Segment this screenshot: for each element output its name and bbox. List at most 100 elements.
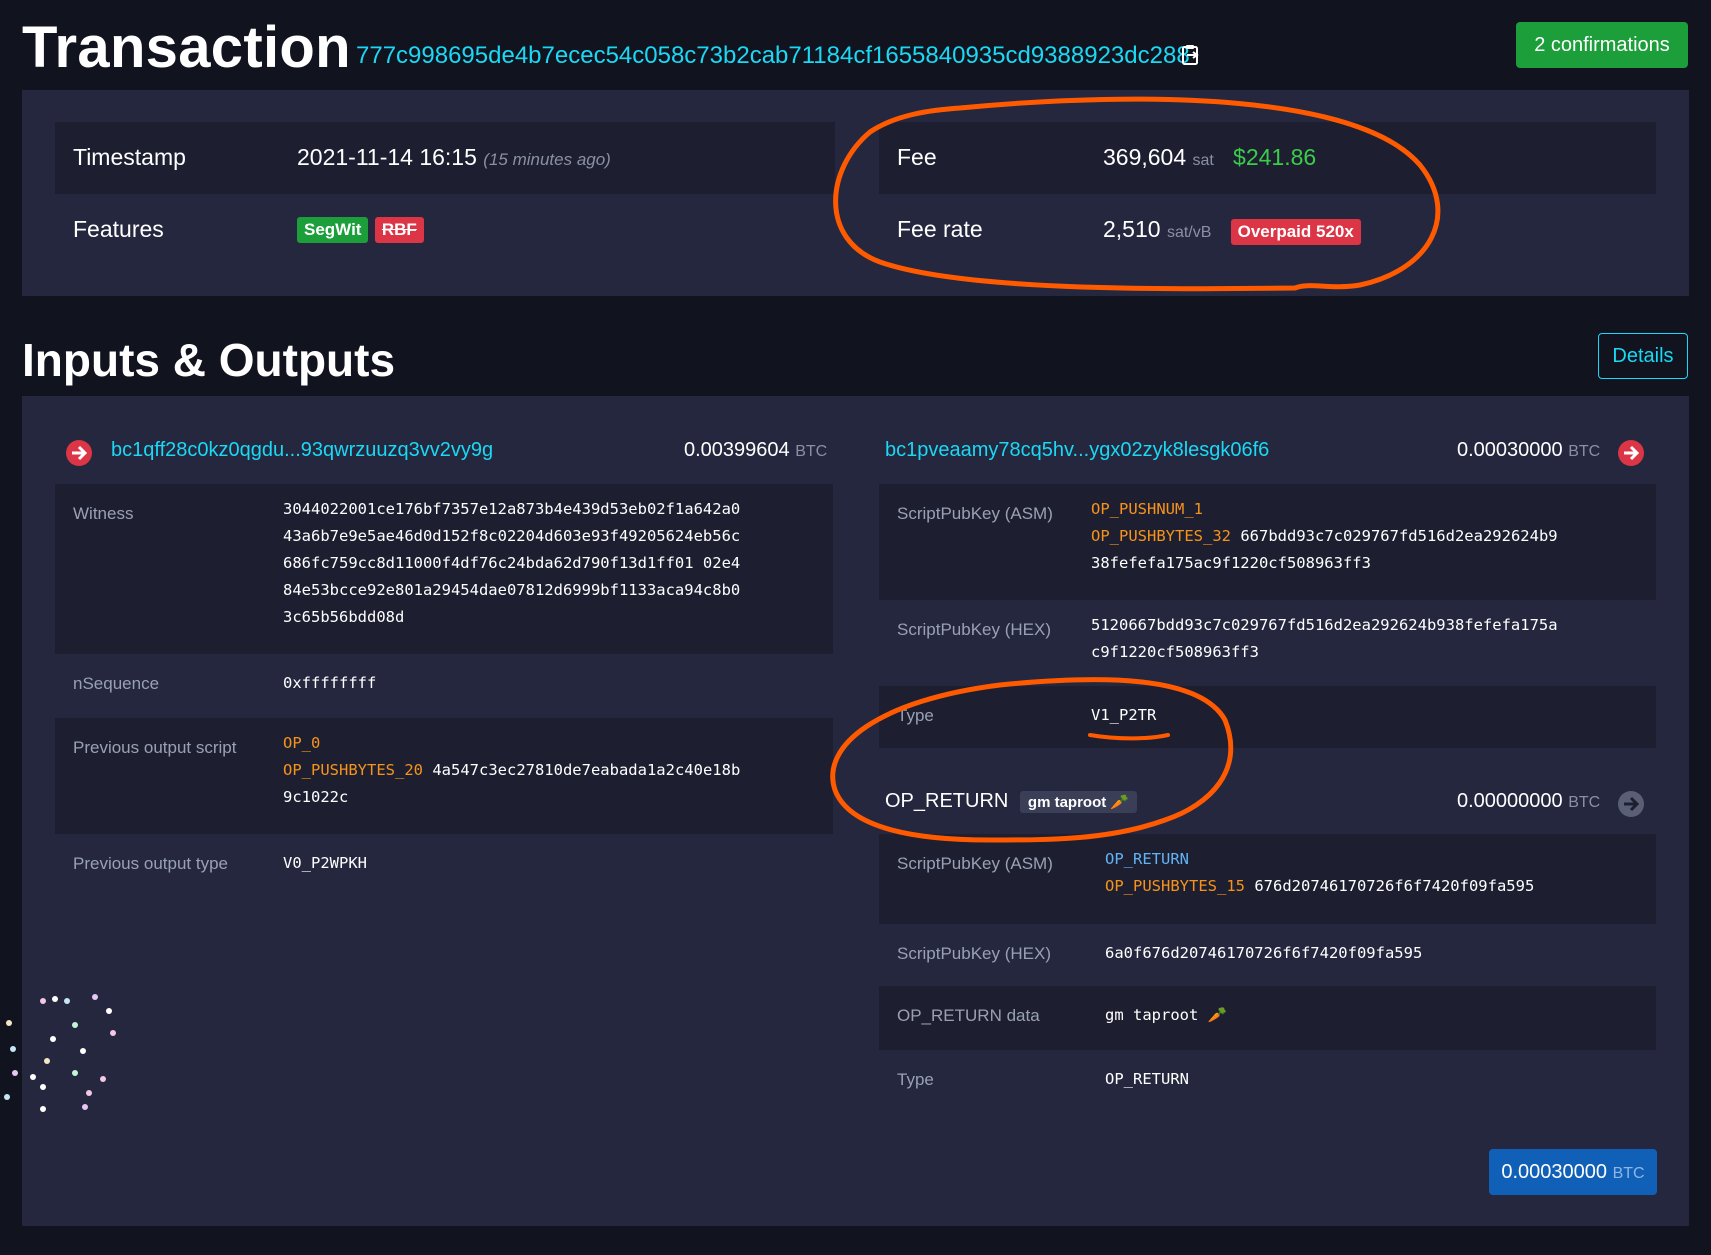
op-return-title-text: OP_RETURN (885, 790, 1009, 812)
witness-row: Witness 3044022001ce176bf7357e12a873b4e4… (55, 484, 833, 654)
confetti-dot (4, 1094, 10, 1100)
total-amount-unit: BTC (1612, 1165, 1645, 1182)
confetti-dot (72, 1022, 78, 1028)
output2-hex-label: ScriptPubKey (HEX) (897, 944, 1051, 963)
fee-label: Fee (897, 144, 937, 170)
input-address-link[interactable]: bc1qff28c0kz0qgdu...93qwrzuuzq3vv2vy9g (111, 439, 493, 462)
output2-type-row: Type OP_RETURN (879, 1050, 1656, 1112)
input-amount-unit: BTC (795, 443, 828, 460)
nsequence-row: nSequence 0xffffffff (55, 654, 833, 718)
confetti-dot (92, 994, 98, 1000)
output2-asm-value: OP_RETURN OP_PUSHBYTES_15 676d2074617072… (1105, 846, 1534, 900)
previous-output-script-value: OP_0 OP_PUSHBYTES_20 4a547c3ec27810de7ea… (283, 730, 740, 811)
previous-output-type-row: Previous output type V0_P2WPKH (55, 834, 833, 898)
op-return-badge: gm taproot 🥕 (1019, 791, 1138, 813)
hex-line: 5120667bdd93c7c029767fd516d2ea292624b938… (1091, 616, 1558, 634)
script-data: 9c1022c (283, 788, 349, 806)
output2-asm-row: ScriptPubKey (ASM) OP_RETURN OP_PUSHBYTE… (879, 834, 1656, 924)
details-button[interactable]: Details (1598, 333, 1688, 379)
confirmations-badge: 2 confirmations (1516, 22, 1688, 68)
confetti-dot (40, 1084, 46, 1090)
witness-line: 3c65b56bdd08d (283, 608, 405, 626)
inputs-outputs-title: Inputs & Outputs (22, 334, 396, 386)
output2-arrow-icon[interactable] (1617, 790, 1645, 818)
page-title: Transaction (22, 15, 351, 80)
witness-line: 84e53bcce92e801a29454dae07812d6999bf1133… (283, 581, 741, 599)
hex-line: c9f1220cf508963ff3 (1091, 643, 1259, 661)
confetti-dot (10, 1046, 16, 1052)
timestamp-date: 2021-11-14 16:15 (297, 144, 477, 170)
output1-hex-label: ScriptPubKey (HEX) (897, 620, 1051, 639)
copy-icon[interactable] (1178, 44, 1202, 70)
script-data: 38fefefa175ac9f1220cf508963ff3 (1091, 554, 1371, 572)
output1-amount-unit: BTC (1568, 443, 1601, 460)
nsequence-label: nSequence (73, 674, 160, 693)
input-arrow-icon[interactable] (65, 439, 93, 467)
output2-type-label: Type (897, 1070, 934, 1089)
output2-amount-value: 0.00000000 (1457, 790, 1563, 812)
output2-type-value: OP_RETURN (1105, 1070, 1189, 1088)
nsequence-value: 0xffffffff (283, 674, 377, 692)
inputs-outputs-panel: bc1qff28c0kz0qgdu...93qwrzuuzq3vv2vy9g 0… (22, 396, 1689, 1226)
script-data: 667bdd93c7c029767fd516d2ea292624b9 (1240, 527, 1558, 545)
opcode: OP_RETURN (1105, 850, 1189, 868)
confetti-dot (86, 1090, 92, 1096)
fee-rate-row: Fee rate 2,510 sat/vB Overpaid 520x (879, 194, 1656, 266)
confetti-dot (6, 1020, 12, 1026)
output1-type-row: Type V1_P2TR (879, 686, 1656, 748)
previous-output-type-label: Previous output type (73, 854, 228, 873)
output1-asm-label: ScriptPubKey (ASM) (897, 504, 1053, 523)
confetti-dot (82, 1104, 88, 1110)
output1-type-label: Type (897, 706, 934, 725)
output1-asm-row: ScriptPubKey (ASM) OP_PUSHNUM_1 OP_PUSHB… (879, 484, 1656, 600)
output2-amount: 0.00000000 BTC (1457, 790, 1600, 813)
confetti-dot (30, 1074, 36, 1080)
output1-amount-value: 0.00030000 (1457, 439, 1563, 461)
confetti-dot (50, 1036, 56, 1042)
confetti-dot (100, 1076, 106, 1082)
output2-hex-value: 6a0f676d20746170726f6f7420f09fa595 (1105, 944, 1423, 962)
fee-rate-label: Fee rate (897, 216, 983, 242)
output1-amount: 0.00030000 BTC (1457, 439, 1600, 462)
fee-sats: 369,604 (1103, 144, 1187, 170)
overpaid-badge: Overpaid 520x (1230, 219, 1361, 245)
previous-output-type-value: V0_P2WPKH (283, 854, 367, 872)
output1-hex-value: 5120667bdd93c7c029767fd516d2ea292624b938… (1091, 612, 1558, 666)
witness-line: 686fc759cc8d11000f4df76c24bda62d790f13d1… (283, 554, 741, 572)
output2-amount-unit: BTC (1568, 794, 1601, 811)
op-return-data-row: OP_RETURN data gm taproot 🥕 (879, 986, 1656, 1050)
fee-rate-value: 2,510 sat/vB Overpaid 520x (1103, 216, 1361, 245)
opcode: OP_PUSHBYTES_32 (1091, 527, 1231, 545)
fee-rate-unit: sat/vB (1166, 224, 1212, 241)
witness-label: Witness (73, 504, 134, 523)
op-return-data-label: OP_RETURN data (897, 1006, 1040, 1025)
opcode: OP_PUSHNUM_1 (1091, 500, 1203, 518)
features-value: SegWit RBF (297, 214, 424, 243)
op-return-badge-text: gm taproot (1027, 794, 1107, 811)
output2-asm-label: ScriptPubKey (ASM) (897, 854, 1053, 873)
timestamp-row: Timestamp 2021-11-14 16:15 (15 minutes a… (55, 122, 835, 194)
output1-asm-value: OP_PUSHNUM_1 OP_PUSHBYTES_32 667bdd93c7c… (1091, 496, 1558, 577)
total-amount-value: 0.00030000 (1501, 1161, 1608, 1183)
carrot-icon: 🥕 (1110, 794, 1130, 811)
output2-hex-row: ScriptPubKey (HEX) 6a0f676d20746170726f6… (879, 924, 1656, 986)
op-return-data-value: gm taproot 🥕 (1105, 1002, 1227, 1029)
confetti-dot (40, 1106, 46, 1112)
fee-row: Fee 369,604 sat $241.86 (879, 122, 1656, 194)
timestamp-label: Timestamp (73, 144, 186, 170)
summary-panel: Timestamp 2021-11-14 16:15 (15 minutes a… (22, 90, 1689, 296)
opcode: OP_0 (283, 734, 321, 752)
timestamp-value: 2021-11-14 16:15 (15 minutes ago) (297, 144, 611, 171)
output-address-link[interactable]: bc1pveaamy78cq5hv...ygx02zyk8lesgk06f6 (885, 439, 1269, 462)
input-amount-value: 0.00399604 (684, 439, 790, 461)
total-amount-badge: 0.00030000 BTC (1489, 1149, 1657, 1195)
confetti-decoration (0, 990, 130, 1120)
fee-usd: $241.86 (1233, 144, 1317, 170)
timestamp-relative: (15 minutes ago) (483, 150, 611, 169)
previous-output-script-row: Previous output script OP_0 OP_PUSHBYTES… (55, 718, 833, 834)
output1-arrow-icon[interactable] (1617, 439, 1645, 467)
transaction-id-link[interactable]: 777c998695de4b7ecec54c058c73b2cab71184cf… (356, 42, 1190, 70)
confetti-dot (40, 998, 46, 1004)
features-label: Features (73, 216, 164, 242)
segwit-badge: SegWit (297, 217, 369, 243)
